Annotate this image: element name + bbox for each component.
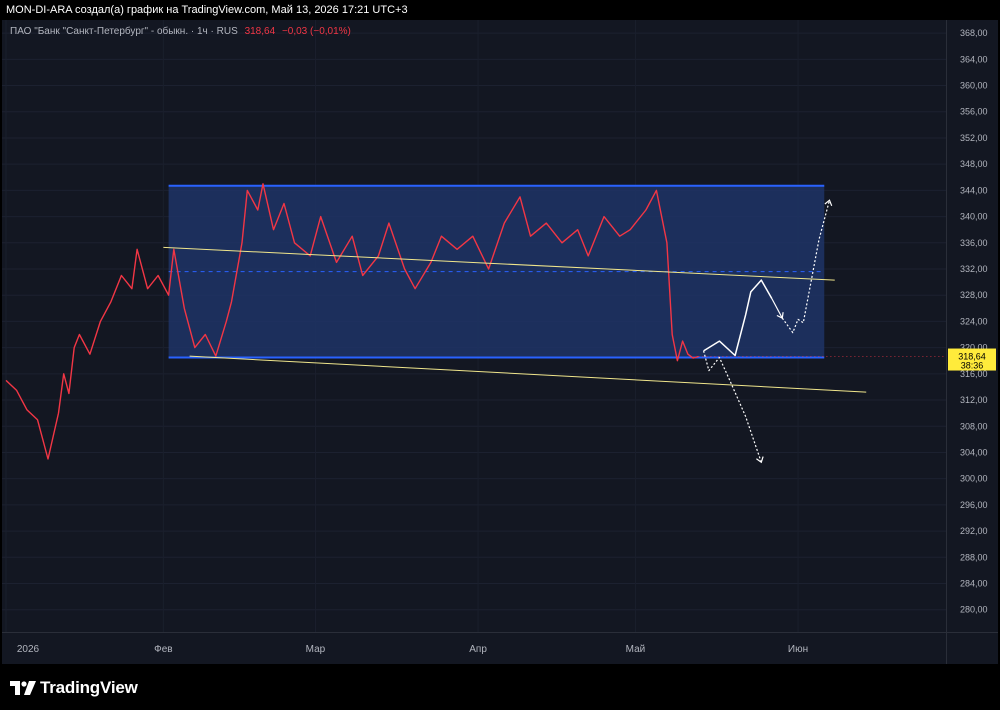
time-tick-label: Фев <box>154 644 172 655</box>
price-tick-label: 340,00 <box>960 212 988 222</box>
legend-price: 318,64 <box>244 26 276 37</box>
price-tick-label: 336,00 <box>960 238 988 248</box>
price-tick-label: 352,00 <box>960 133 988 143</box>
price-tick-label: 288,00 <box>960 552 988 562</box>
price-tick-label: 280,00 <box>960 605 988 615</box>
price-tick-label: 324,00 <box>960 316 988 326</box>
symbol-info: ПАО "Банк "Санкт-Петербург" - обыкн. · 1… <box>10 26 238 37</box>
tradingview-logo-icon <box>10 681 36 695</box>
channel-layer <box>168 184 825 359</box>
time-tick-label: Мар <box>306 644 326 655</box>
brand-name: TradingView <box>40 678 138 697</box>
chart-attribution-header: MON-DI-ARA создал(а) график на TradingVi… <box>0 0 1000 20</box>
chart-frame[interactable]: 280,00 284,00 288,00 292,00 296,00 300,00 304,… <box>2 20 998 664</box>
price-tag-countdown: 38:36 <box>961 361 984 371</box>
time-tick-label: Май <box>626 644 646 655</box>
price-chart[interactable]: 280,00 284,00 288,00 292,00 296,00 300,00 304,… <box>2 20 998 664</box>
price-tick-label: 364,00 <box>960 54 988 64</box>
time-tick-label: 2026 <box>17 644 40 655</box>
price-tick-label: 356,00 <box>960 107 988 117</box>
time-axis[interactable]: 2026 Фев Мар Апр Май Июн <box>2 632 998 656</box>
price-tick-label: 328,00 <box>960 290 988 300</box>
price-tick-label: 304,00 <box>960 447 988 457</box>
legend-change: −0,03 (−0,01%) <box>281 26 351 37</box>
price-tick-label: 312,00 <box>960 395 988 405</box>
price-tick-label: 300,00 <box>960 474 988 484</box>
price-tick-label: 292,00 <box>960 526 988 536</box>
price-tick-label: 308,00 <box>960 421 988 431</box>
symbol-legend: ПАО "Банк "Санкт-Петербург" - обыкн. · 1… <box>10 26 351 37</box>
price-tick-label: 344,00 <box>960 185 988 195</box>
tradingview-logo[interactable]: TradingView <box>10 678 138 698</box>
footer: TradingView <box>0 664 1000 710</box>
time-tick-label: Апр <box>469 644 487 655</box>
price-axis[interactable]: 280,00 284,00 288,00 292,00 296,00 300,00 304,… <box>946 20 988 664</box>
price-tick-label: 296,00 <box>960 500 988 510</box>
attribution-text: MON-DI-ARA создал(а) график на TradingVi… <box>6 4 408 16</box>
price-tick-label: 360,00 <box>960 81 988 91</box>
price-tick-label: 284,00 <box>960 579 988 589</box>
time-tick-label: Июн <box>788 644 808 655</box>
projection-path-dotted-down <box>703 350 762 463</box>
price-tick-label: 368,00 <box>960 28 988 38</box>
price-tick-label: 348,00 <box>960 159 988 169</box>
price-tick-label: 332,00 <box>960 264 988 274</box>
